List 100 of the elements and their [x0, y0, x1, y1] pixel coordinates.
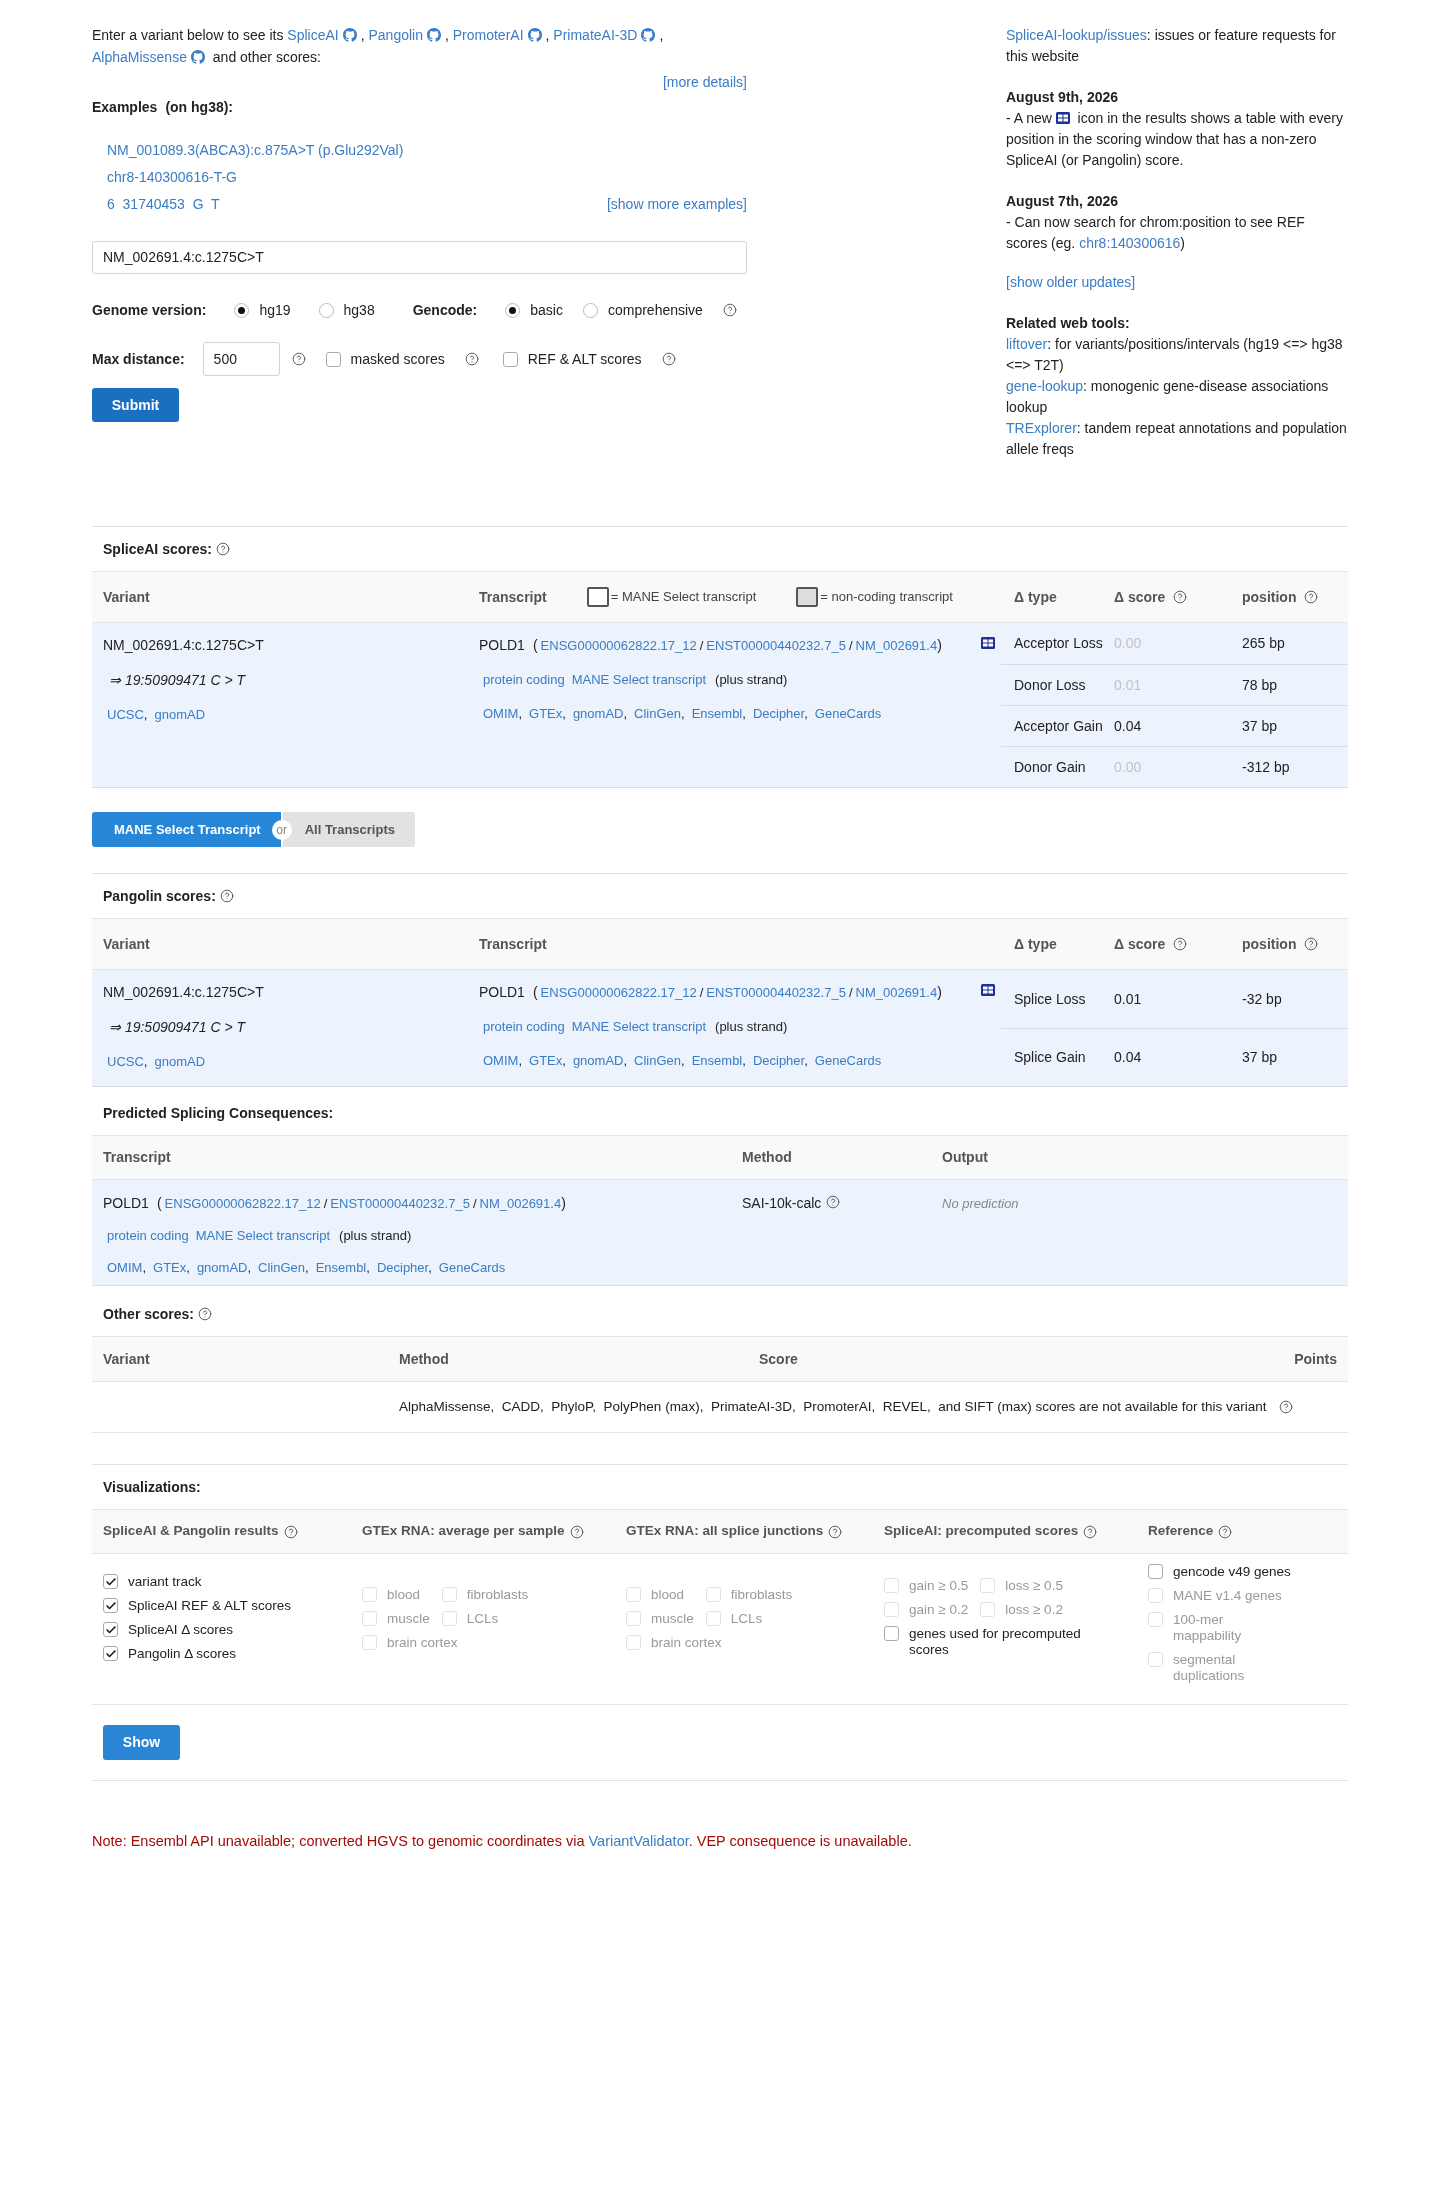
link[interactable]: PrimateAI-3D — [553, 27, 638, 43]
help-icon[interactable] — [464, 352, 479, 366]
link[interactable]: VariantValidator — [588, 1833, 689, 1849]
table-icon[interactable] — [1055, 112, 1070, 124]
octocat-icon[interactable] — [426, 28, 441, 42]
show-button[interactable]: Show — [103, 1725, 180, 1760]
octocat-icon[interactable] — [527, 28, 542, 42]
link[interactable]: NM_002691.4 — [855, 985, 938, 1000]
link[interactable]: NM_002691.4 — [855, 638, 938, 653]
link[interactable]: GeneCards — [814, 1052, 882, 1068]
link[interactable]: NM_002691.4 — [479, 1196, 562, 1211]
link[interactable]: Pangolin — [368, 27, 423, 43]
help-icon[interactable] — [1304, 937, 1319, 951]
link[interactable]: gnomAD — [154, 1054, 206, 1069]
link[interactable]: ENSG00000062822.17_12 — [540, 638, 697, 653]
tag-link[interactable]: MANE Select transcript — [571, 1017, 707, 1037]
link[interactable]: ClinGen — [258, 1259, 306, 1275]
column-header: Transcript — [479, 587, 547, 607]
help-icon[interactable] — [828, 1524, 843, 1539]
help-icon[interactable] — [1083, 1524, 1098, 1539]
link[interactable]: SpliceAI-lookup/issues — [1006, 27, 1147, 43]
link[interactable]: Decipher — [752, 705, 805, 721]
link[interactable]: [show older updates] — [1006, 274, 1136, 290]
help-icon[interactable] — [283, 1524, 298, 1539]
link[interactable]: Decipher — [376, 1259, 429, 1275]
output-value: No prediction — [942, 1196, 1019, 1211]
link[interactable]: Decipher — [752, 1052, 805, 1068]
link[interactable]: [more details] — [662, 72, 747, 93]
radio-button[interactable] — [582, 302, 598, 318]
link[interactable]: ENST00000440232.7_5 — [330, 1196, 470, 1211]
help-icon[interactable] — [291, 352, 306, 366]
link[interactable]: GeneCards — [438, 1259, 506, 1275]
help-icon[interactable] — [1218, 1524, 1233, 1539]
table-icon[interactable] — [981, 637, 995, 649]
example-link[interactable]: 6 31740453 G T — [107, 194, 220, 213]
help-icon[interactable] — [661, 352, 676, 366]
checkbox-label[interactable]: masked scores — [350, 348, 445, 370]
link[interactable]: UCSC — [107, 707, 144, 722]
link[interactable]: gnomAD — [154, 707, 206, 722]
link[interactable]: ClinGen — [634, 1052, 682, 1068]
example-link[interactable]: NM_001089.3(ABCA3):c.875A>T (p.Glu292Val) — [107, 140, 404, 159]
octocat-icon[interactable] — [641, 28, 656, 42]
example-link[interactable]: chr8-140300616-T-G — [107, 167, 237, 186]
checkbox[interactable] — [502, 351, 518, 367]
link[interactable]: ClinGen — [634, 705, 682, 721]
submit-button[interactable]: Submit — [92, 388, 179, 422]
link[interactable]: UCSC — [107, 1054, 144, 1069]
radio-label[interactable]: comprehensive — [607, 299, 703, 321]
help-icon[interactable] — [722, 303, 737, 317]
checkbox[interactable] — [103, 1646, 118, 1661]
checkbox[interactable] — [325, 351, 341, 367]
help-icon[interactable] — [1173, 937, 1188, 951]
radio-label[interactable]: hg38 — [343, 299, 375, 321]
octocat-icon[interactable] — [190, 50, 205, 64]
link[interactable]: ENSG00000062822.17_12 — [540, 985, 697, 1000]
tag-link[interactable]: protein coding — [107, 1226, 189, 1246]
help-icon[interactable] — [219, 889, 234, 903]
checkbox[interactable] — [103, 1622, 118, 1637]
link[interactable]: TRExplorer — [1006, 420, 1077, 436]
radio-button[interactable] — [318, 302, 334, 318]
tag-link[interactable]: protein coding — [483, 1017, 565, 1037]
tag-link[interactable]: MANE Select transcript — [195, 1226, 331, 1246]
checkbox-label[interactable]: SpliceAI Δ scores — [128, 1622, 234, 1638]
checkbox[interactable] — [1148, 1564, 1163, 1579]
checkbox-label[interactable]: gencode v49 genes — [1173, 1564, 1293, 1580]
max-distance-input[interactable]: 500 — [202, 342, 280, 376]
tag-link[interactable]: MANE Select transcript — [571, 670, 707, 690]
radio-button[interactable] — [234, 302, 250, 318]
checkbox[interactable] — [884, 1626, 899, 1641]
radio-label[interactable]: hg19 — [259, 299, 291, 321]
variant-input[interactable]: NM_002691.4:c.1275C>T — [92, 241, 747, 274]
checkbox-label[interactable]: SpliceAI REF & ALT scores — [128, 1598, 292, 1614]
tag-link[interactable]: protein coding — [483, 670, 565, 690]
link[interactable]: GeneCards — [814, 705, 882, 721]
checkbox-label[interactable]: genes used for precomputed scores — [909, 1626, 1089, 1658]
checkbox[interactable] — [103, 1598, 118, 1613]
help-icon[interactable] — [1278, 1400, 1293, 1414]
link[interactable]: ENSG00000062822.17_12 — [164, 1196, 321, 1211]
radio-label[interactable]: basic — [530, 299, 563, 321]
checkbox-label[interactable]: Pangolin Δ scores — [128, 1646, 237, 1662]
link[interactable]: [show more examples] — [606, 194, 747, 213]
link-list: UCSC, gnomAD — [103, 705, 479, 725]
link[interactable]: AlphaMissense — [92, 49, 187, 65]
table-icon[interactable] — [981, 984, 995, 996]
link[interactable]: ENST00000440232.7_5 — [706, 985, 846, 1000]
radio-button[interactable] — [505, 302, 521, 318]
link[interactable]: chr8:140300616 — [1079, 235, 1181, 251]
help-icon[interactable] — [1304, 590, 1319, 604]
help-icon[interactable] — [569, 1524, 584, 1539]
checkbox[interactable] — [103, 1574, 118, 1589]
octocat-icon[interactable] — [342, 28, 357, 42]
checkbox-label[interactable]: variant track — [128, 1574, 202, 1590]
help-icon[interactable] — [215, 542, 230, 556]
link[interactable]: SpliceAI — [287, 27, 339, 43]
checkbox-label[interactable]: REF & ALT scores — [527, 348, 642, 370]
link[interactable]: PromoterAI — [452, 27, 524, 43]
help-icon[interactable] — [826, 1195, 841, 1209]
help-icon[interactable] — [1173, 590, 1188, 604]
link[interactable]: ENST00000440232.7_5 — [706, 638, 846, 653]
help-icon[interactable] — [198, 1307, 213, 1321]
